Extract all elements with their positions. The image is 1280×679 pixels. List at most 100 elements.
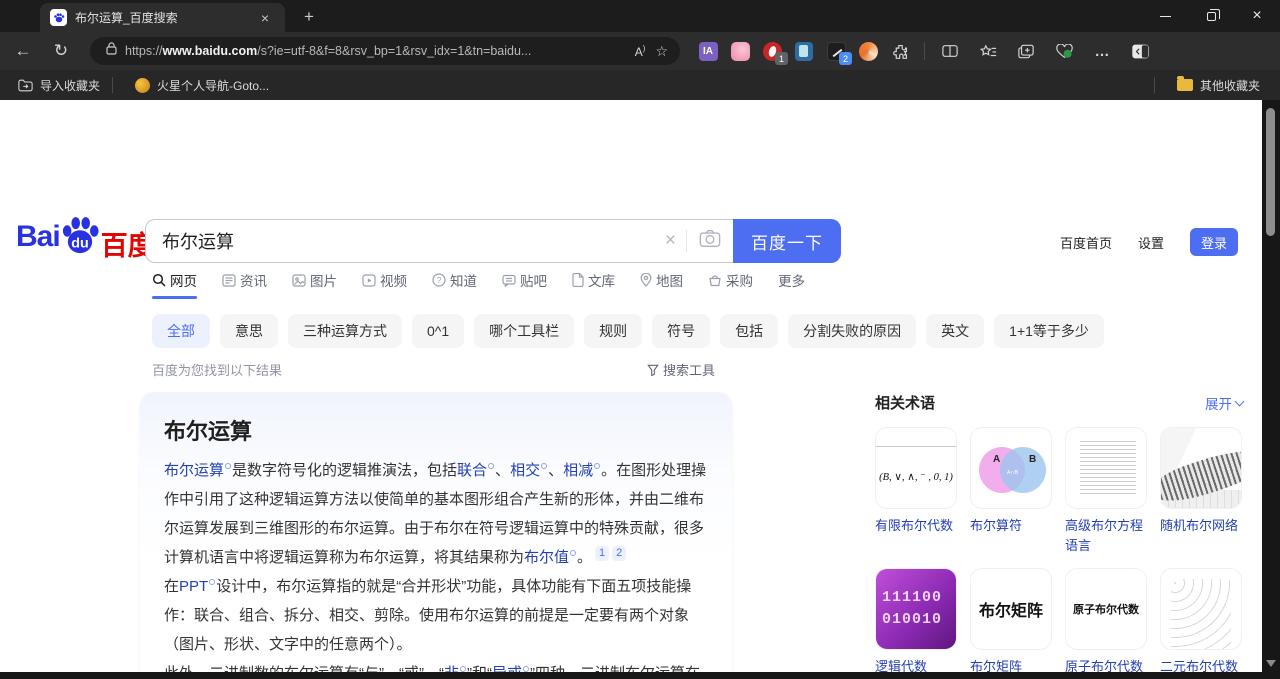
bookmark-import[interactable]: 导入收藏夹 <box>10 74 108 97</box>
scrollbar-down-arrow[interactable] <box>1266 660 1276 667</box>
related-term-thumbnail[interactable] <box>1160 568 1242 650</box>
related-term-caption[interactable]: 有限布尔代数 <box>875 516 957 536</box>
browser-essentials-icon[interactable] <box>1049 37 1079 65</box>
related-term-thumbnail[interactable]: 111100010010 <box>875 568 957 650</box>
browser-tab[interactable]: 布尔运算_百度搜索 × <box>40 3 285 32</box>
extension-dark-icon[interactable]: 2 <box>826 41 846 61</box>
restore-icon <box>1207 12 1216 21</box>
close-button[interactable]: × <box>1234 0 1280 32</box>
refresh-button[interactable]: ↻ <box>46 36 76 66</box>
address-bar[interactable]: https://www.baidu.com/s?ie=utf-8&f=8&rsv… <box>90 37 680 65</box>
read-aloud-icon[interactable]: A) <box>635 44 646 59</box>
nav-tab-资讯[interactable]: 资讯 <box>222 270 267 299</box>
inline-link[interactable]: 相交 <box>510 462 540 479</box>
extension-badge: 2 <box>839 52 852 65</box>
nav-tab-采购[interactable]: 采购 <box>708 270 753 299</box>
svg-text:du: du <box>71 235 88 251</box>
filter-chip[interactable]: 规则 <box>584 314 642 348</box>
tab-close-icon[interactable]: × <box>255 9 275 27</box>
bookmark-label: 导入收藏夹 <box>40 77 100 94</box>
scrollbar-thumb[interactable] <box>1266 108 1275 236</box>
filter-chip[interactable]: 三种运算方式 <box>288 314 402 348</box>
sidebar-toggle-icon[interactable] <box>1125 37 1155 65</box>
reference-badge[interactable]: 1 <box>595 546 609 561</box>
nav-tab-网页[interactable]: 网页 <box>152 270 197 299</box>
related-term-thumbnail[interactable]: ABA∩B <box>970 427 1052 509</box>
extension-red-icon[interactable]: 1 <box>762 41 782 61</box>
login-button[interactable]: 登录 <box>1190 228 1238 256</box>
filter-chip[interactable]: 分割失败的原因 <box>788 314 916 348</box>
clear-search-icon[interactable]: × <box>655 230 686 252</box>
extensions-puzzle-icon[interactable] <box>890 41 910 61</box>
baidu-logo[interactable]: Bai du 百度 <box>16 220 155 263</box>
related-term-item[interactable]: (B, ∨, ∧, ⁻ , 0, 1) 有限布尔代数 <box>875 427 957 556</box>
search-tools-button[interactable]: 搜索工具 <box>647 360 715 379</box>
inline-link[interactable]: 布尔运算 <box>164 462 224 479</box>
related-term-thumbnail[interactable]: 布尔矩阵 <box>970 568 1052 650</box>
inline-link[interactable]: 相减 <box>563 462 593 479</box>
nav-tab-图片[interactable]: 图片 <box>292 270 337 299</box>
related-term-thumbnail[interactable]: (B, ∨, ∧, ⁻ , 0, 1) <box>875 427 957 509</box>
nav-tab-视频[interactable]: 视频 <box>362 270 407 299</box>
search-input[interactable]: 布尔运算 × <box>145 219 733 263</box>
search-button[interactable]: 百度一下 <box>733 219 841 263</box>
page-scrollbar[interactable] <box>1262 100 1280 679</box>
related-term-caption[interactable]: 随机布尔网络 <box>1160 516 1242 536</box>
related-term-item[interactable]: ABA∩B 布尔算符 <box>970 427 1052 556</box>
nav-tab-贴吧[interactable]: 贴吧 <box>502 270 547 299</box>
bottom-edge <box>0 672 1262 679</box>
bookmark-mars-nav[interactable]: 火星个人导航-Goto... <box>127 74 277 97</box>
extension-blue-icon[interactable] <box>794 41 814 61</box>
filter-chip[interactable]: 包括 <box>720 314 778 348</box>
nav-tab-更多[interactable]: 更多 <box>778 270 805 299</box>
bookmark-label: 其他收藏夹 <box>1200 77 1260 94</box>
reference-badge[interactable]: 2 <box>612 546 626 561</box>
settings-menu-icon[interactable]: … <box>1087 37 1117 65</box>
related-term-item[interactable]: 111100010010逻辑代数 <box>875 568 957 677</box>
binary-digits-image: 111100010010 <box>876 569 956 649</box>
new-tab-button[interactable]: + <box>297 6 321 30</box>
result-title[interactable]: 布尔运算 <box>164 414 708 446</box>
related-term-item[interactable]: 随机布尔网络 <box>1160 427 1242 556</box>
related-term-item[interactable]: 原子布尔代数原子布尔代数 <box>1065 568 1147 677</box>
calligraphy-image: 原子布尔代数 <box>1066 569 1146 649</box>
collections-icon[interactable] <box>1011 37 1041 65</box>
tab-title: 布尔运算_百度搜索 <box>75 9 255 26</box>
other-favorites-folder[interactable]: 其他收藏夹 <box>1169 74 1268 97</box>
filter-chip[interactable]: 符号 <box>652 314 710 348</box>
favorite-star-icon[interactable]: ☆ <box>655 43 668 60</box>
inline-link[interactable]: 联合 <box>457 462 487 479</box>
nav-tab-地图[interactable]: 地图 <box>640 270 683 299</box>
split-screen-icon[interactable] <box>935 37 965 65</box>
link-settings[interactable]: 设置 <box>1138 233 1164 252</box>
filter-chip[interactable]: 英文 <box>926 314 984 348</box>
extension-orange-icon[interactable] <box>858 41 878 61</box>
back-button[interactable]: ← <box>8 36 38 66</box>
extension-pink-icon[interactable] <box>730 41 750 61</box>
link-baidu-home[interactable]: 百度首页 <box>1060 233 1112 252</box>
extension-ia-icon[interactable]: IA <box>698 41 718 61</box>
related-term-item[interactable]: 布尔矩阵布尔矩阵 <box>970 568 1052 677</box>
nav-tab-文库[interactable]: 文库 <box>572 270 615 299</box>
filter-chip[interactable]: 全部 <box>152 314 210 348</box>
expand-button[interactable]: 展开 <box>1205 393 1243 413</box>
related-term-caption[interactable]: 布尔算符 <box>970 516 1052 536</box>
favorites-bar-icon[interactable] <box>973 37 1003 65</box>
filter-chip[interactable]: 0^1 <box>412 314 464 348</box>
inline-link[interactable]: 布尔值 <box>524 549 569 566</box>
filter-chip[interactable]: 1+1等于多少 <box>994 314 1104 348</box>
nav-tab-label: 图片 <box>310 270 337 290</box>
restore-button[interactable] <box>1188 0 1234 32</box>
related-term-item[interactable]: 二元布尔代数 <box>1160 568 1242 677</box>
minimize-button[interactable] <box>1142 0 1188 32</box>
related-term-thumbnail[interactable] <box>1065 427 1147 509</box>
filter-chip[interactable]: 哪个工具栏 <box>474 314 574 348</box>
camera-search-icon[interactable] <box>699 229 721 253</box>
related-term-thumbnail[interactable]: 原子布尔代数 <box>1065 568 1147 650</box>
filter-chip[interactable]: 意思 <box>220 314 278 348</box>
related-term-item[interactable]: 高级布尔方程语言 <box>1065 427 1147 556</box>
related-term-thumbnail[interactable] <box>1160 427 1242 509</box>
nav-tab-知道[interactable]: ?知道 <box>432 270 477 299</box>
inline-link[interactable]: PPT <box>179 578 208 595</box>
related-term-caption[interactable]: 高级布尔方程语言 <box>1065 516 1147 556</box>
